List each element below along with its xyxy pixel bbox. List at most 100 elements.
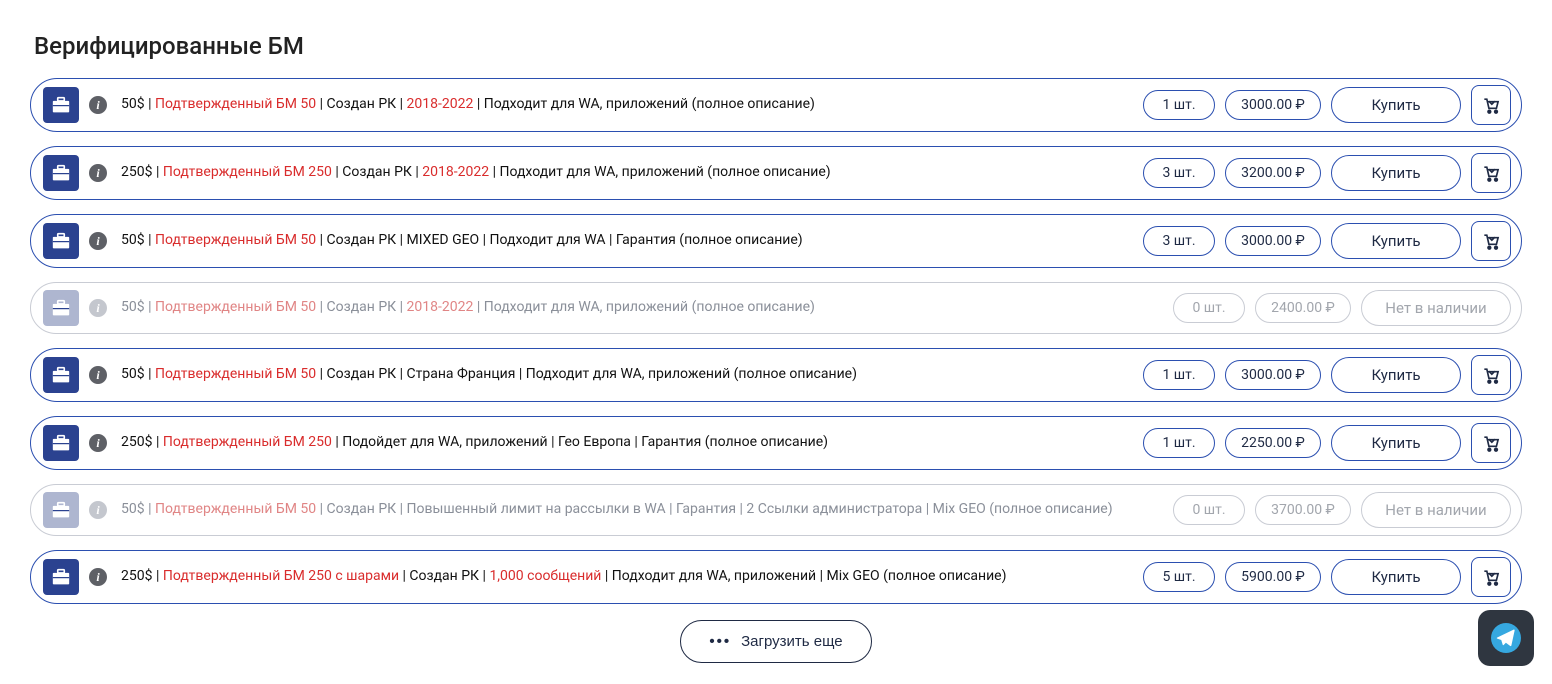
product-segment: Создан РК: [409, 568, 479, 584]
product-segment: Подтвержденный БМ 50: [155, 501, 316, 517]
product-segment: Создан РК | Повышенный лимит на рассылки…: [327, 501, 1113, 517]
out-of-stock-label: Нет в наличии: [1361, 492, 1511, 528]
add-to-cart-button[interactable]: [1471, 221, 1511, 261]
buy-button[interactable]: Купить: [1331, 87, 1461, 123]
product-segment: Подходит для WA, приложений (полное опис…: [484, 299, 815, 315]
section-title: Верифицированные БМ: [34, 32, 1522, 60]
product-segment: 50$: [121, 366, 145, 382]
product-segment: Создан РК: [327, 299, 397, 315]
briefcase-icon: [43, 223, 79, 259]
product-segment: Подойдет для WA, приложений | Гео Европа…: [342, 434, 828, 450]
product-segment: 250$: [121, 434, 152, 450]
product-qty: 3 шт.: [1143, 226, 1215, 256]
buy-button[interactable]: Купить: [1331, 357, 1461, 393]
product-segment: 2018-2022: [407, 299, 474, 315]
info-icon[interactable]: i: [89, 434, 107, 452]
ellipsis-icon: •••: [709, 633, 731, 650]
product-segment: 1,000 сообщений: [489, 568, 601, 584]
info-icon[interactable]: i: [89, 299, 107, 317]
product-segment: Подтвержденный БМ 50: [155, 96, 316, 112]
product-segment: Подтвержденный БМ 250: [163, 164, 332, 180]
product-row: i 50$ | Подтвержденный БМ 50 | Создан РК …: [30, 214, 1522, 268]
buy-button[interactable]: Купить: [1331, 559, 1461, 595]
product-price: 3000.00 ₽: [1225, 226, 1321, 256]
product-row: i 250$ | Подтвержденный БМ 250 с шарами |…: [30, 550, 1522, 604]
product-segment: 50$: [121, 232, 145, 248]
product-price: 2250.00 ₽: [1225, 428, 1321, 458]
telegram-fab[interactable]: [1478, 610, 1534, 666]
product-segment: Подтвержденный БМ 50: [155, 299, 316, 315]
briefcase-icon: [43, 357, 79, 393]
out-of-stock-label: Нет в наличии: [1361, 290, 1511, 326]
info-icon[interactable]: i: [89, 568, 107, 586]
product-price: 3700.00 ₽: [1255, 495, 1351, 525]
product-segment: Подходит для WA, приложений (полное опис…: [484, 96, 815, 112]
product-qty: 3 шт.: [1143, 158, 1215, 188]
briefcase-icon: [43, 559, 79, 595]
add-to-cart-button[interactable]: [1471, 85, 1511, 125]
product-qty: 1 шт.: [1143, 428, 1215, 458]
product-segment: Создан РК | MIXED GEO | Подходит для WA …: [327, 232, 803, 248]
product-row: i 50$ | Подтвержденный БМ 50 | Создан РК …: [30, 348, 1522, 402]
product-price: 5900.00 ₽: [1225, 562, 1321, 592]
product-qty: 1 шт.: [1143, 360, 1215, 390]
product-price: 3000.00 ₽: [1225, 90, 1321, 120]
load-more-container: ••• Загрузить еще: [30, 620, 1522, 663]
info-icon[interactable]: i: [89, 232, 107, 250]
product-segment: Подтвержденный БМ 250: [163, 434, 332, 450]
product-segment: Подтвержденный БМ 250 с шарами: [163, 568, 399, 584]
product-segment: 2018-2022: [422, 164, 489, 180]
product-segment: 250$: [121, 568, 152, 584]
product-segment: 50$: [121, 96, 145, 112]
product-row: i 50$ | Подтвержденный БМ 50 | Создан РК …: [30, 484, 1522, 536]
product-description[interactable]: 250$ | Подтвержденный БМ 250 | Создан РК…: [117, 161, 1133, 185]
product-row: i 50$ | Подтвержденный БМ 50 | Создан РК …: [30, 78, 1522, 132]
buy-button[interactable]: Купить: [1331, 223, 1461, 259]
add-to-cart-button[interactable]: [1471, 355, 1511, 395]
product-segment: Подходит для WA, приложений | Mix GEO (п…: [612, 568, 1007, 584]
product-segment: Подтвержденный БМ 50: [155, 366, 316, 382]
briefcase-icon: [43, 492, 79, 528]
product-segment: Создан РК: [327, 96, 397, 112]
add-to-cart-button[interactable]: [1471, 153, 1511, 193]
load-more-button[interactable]: ••• Загрузить еще: [680, 620, 871, 663]
product-segment: 50$: [121, 299, 145, 315]
buy-button[interactable]: Купить: [1331, 155, 1461, 191]
product-row: i 250$ | Подтвержденный БМ 250 | Подойдет…: [30, 416, 1522, 470]
product-segment: 2018-2022: [407, 96, 474, 112]
add-to-cart-button[interactable]: [1471, 557, 1511, 597]
product-price: 3000.00 ₽: [1225, 360, 1321, 390]
add-to-cart-button[interactable]: [1471, 423, 1511, 463]
briefcase-icon: [43, 87, 79, 123]
product-segment: 50$: [121, 501, 145, 517]
product-price: 2400.00 ₽: [1255, 293, 1351, 323]
product-segment: Подходит для WA, приложений (полное опис…: [499, 164, 830, 180]
info-icon[interactable]: i: [89, 96, 107, 114]
briefcase-icon: [43, 425, 79, 461]
product-description[interactable]: 250$ | Подтвержденный БМ 250 | Подойдет …: [117, 431, 1133, 455]
product-description[interactable]: 250$ | Подтвержденный БМ 250 с шарами | …: [117, 565, 1133, 589]
product-qty: 0 шт.: [1173, 293, 1245, 323]
product-segment: Подтвержденный БМ 50: [155, 232, 316, 248]
product-segment: 250$: [121, 164, 152, 180]
product-qty: 5 шт.: [1143, 562, 1215, 592]
product-description[interactable]: 50$ | Подтвержденный БМ 50 | Создан РК |…: [117, 229, 1133, 253]
info-icon[interactable]: i: [89, 501, 107, 519]
load-more-label: Загрузить еще: [741, 633, 843, 650]
product-description[interactable]: 50$ | Подтвержденный БМ 50 | Создан РК |…: [117, 498, 1163, 522]
product-description[interactable]: 50$ | Подтвержденный БМ 50 | Создан РК |…: [117, 363, 1133, 387]
info-icon[interactable]: i: [89, 164, 107, 182]
product-row: i 50$ | Подтвержденный БМ 50 | Создан РК …: [30, 282, 1522, 334]
product-qty: 1 шт.: [1143, 90, 1215, 120]
product-price: 3200.00 ₽: [1225, 158, 1321, 188]
briefcase-icon: [43, 155, 79, 191]
product-segment: Создан РК: [342, 164, 412, 180]
product-row: i 250$ | Подтвержденный БМ 250 | Создан Р…: [30, 146, 1522, 200]
briefcase-icon: [43, 290, 79, 326]
product-description[interactable]: 50$ | Подтвержденный БМ 50 | Создан РК |…: [117, 296, 1163, 320]
telegram-icon: [1491, 623, 1521, 653]
product-description[interactable]: 50$ | Подтвержденный БМ 50 | Создан РК |…: [117, 93, 1133, 117]
product-qty: 0 шт.: [1173, 495, 1245, 525]
buy-button[interactable]: Купить: [1331, 425, 1461, 461]
info-icon[interactable]: i: [89, 366, 107, 384]
